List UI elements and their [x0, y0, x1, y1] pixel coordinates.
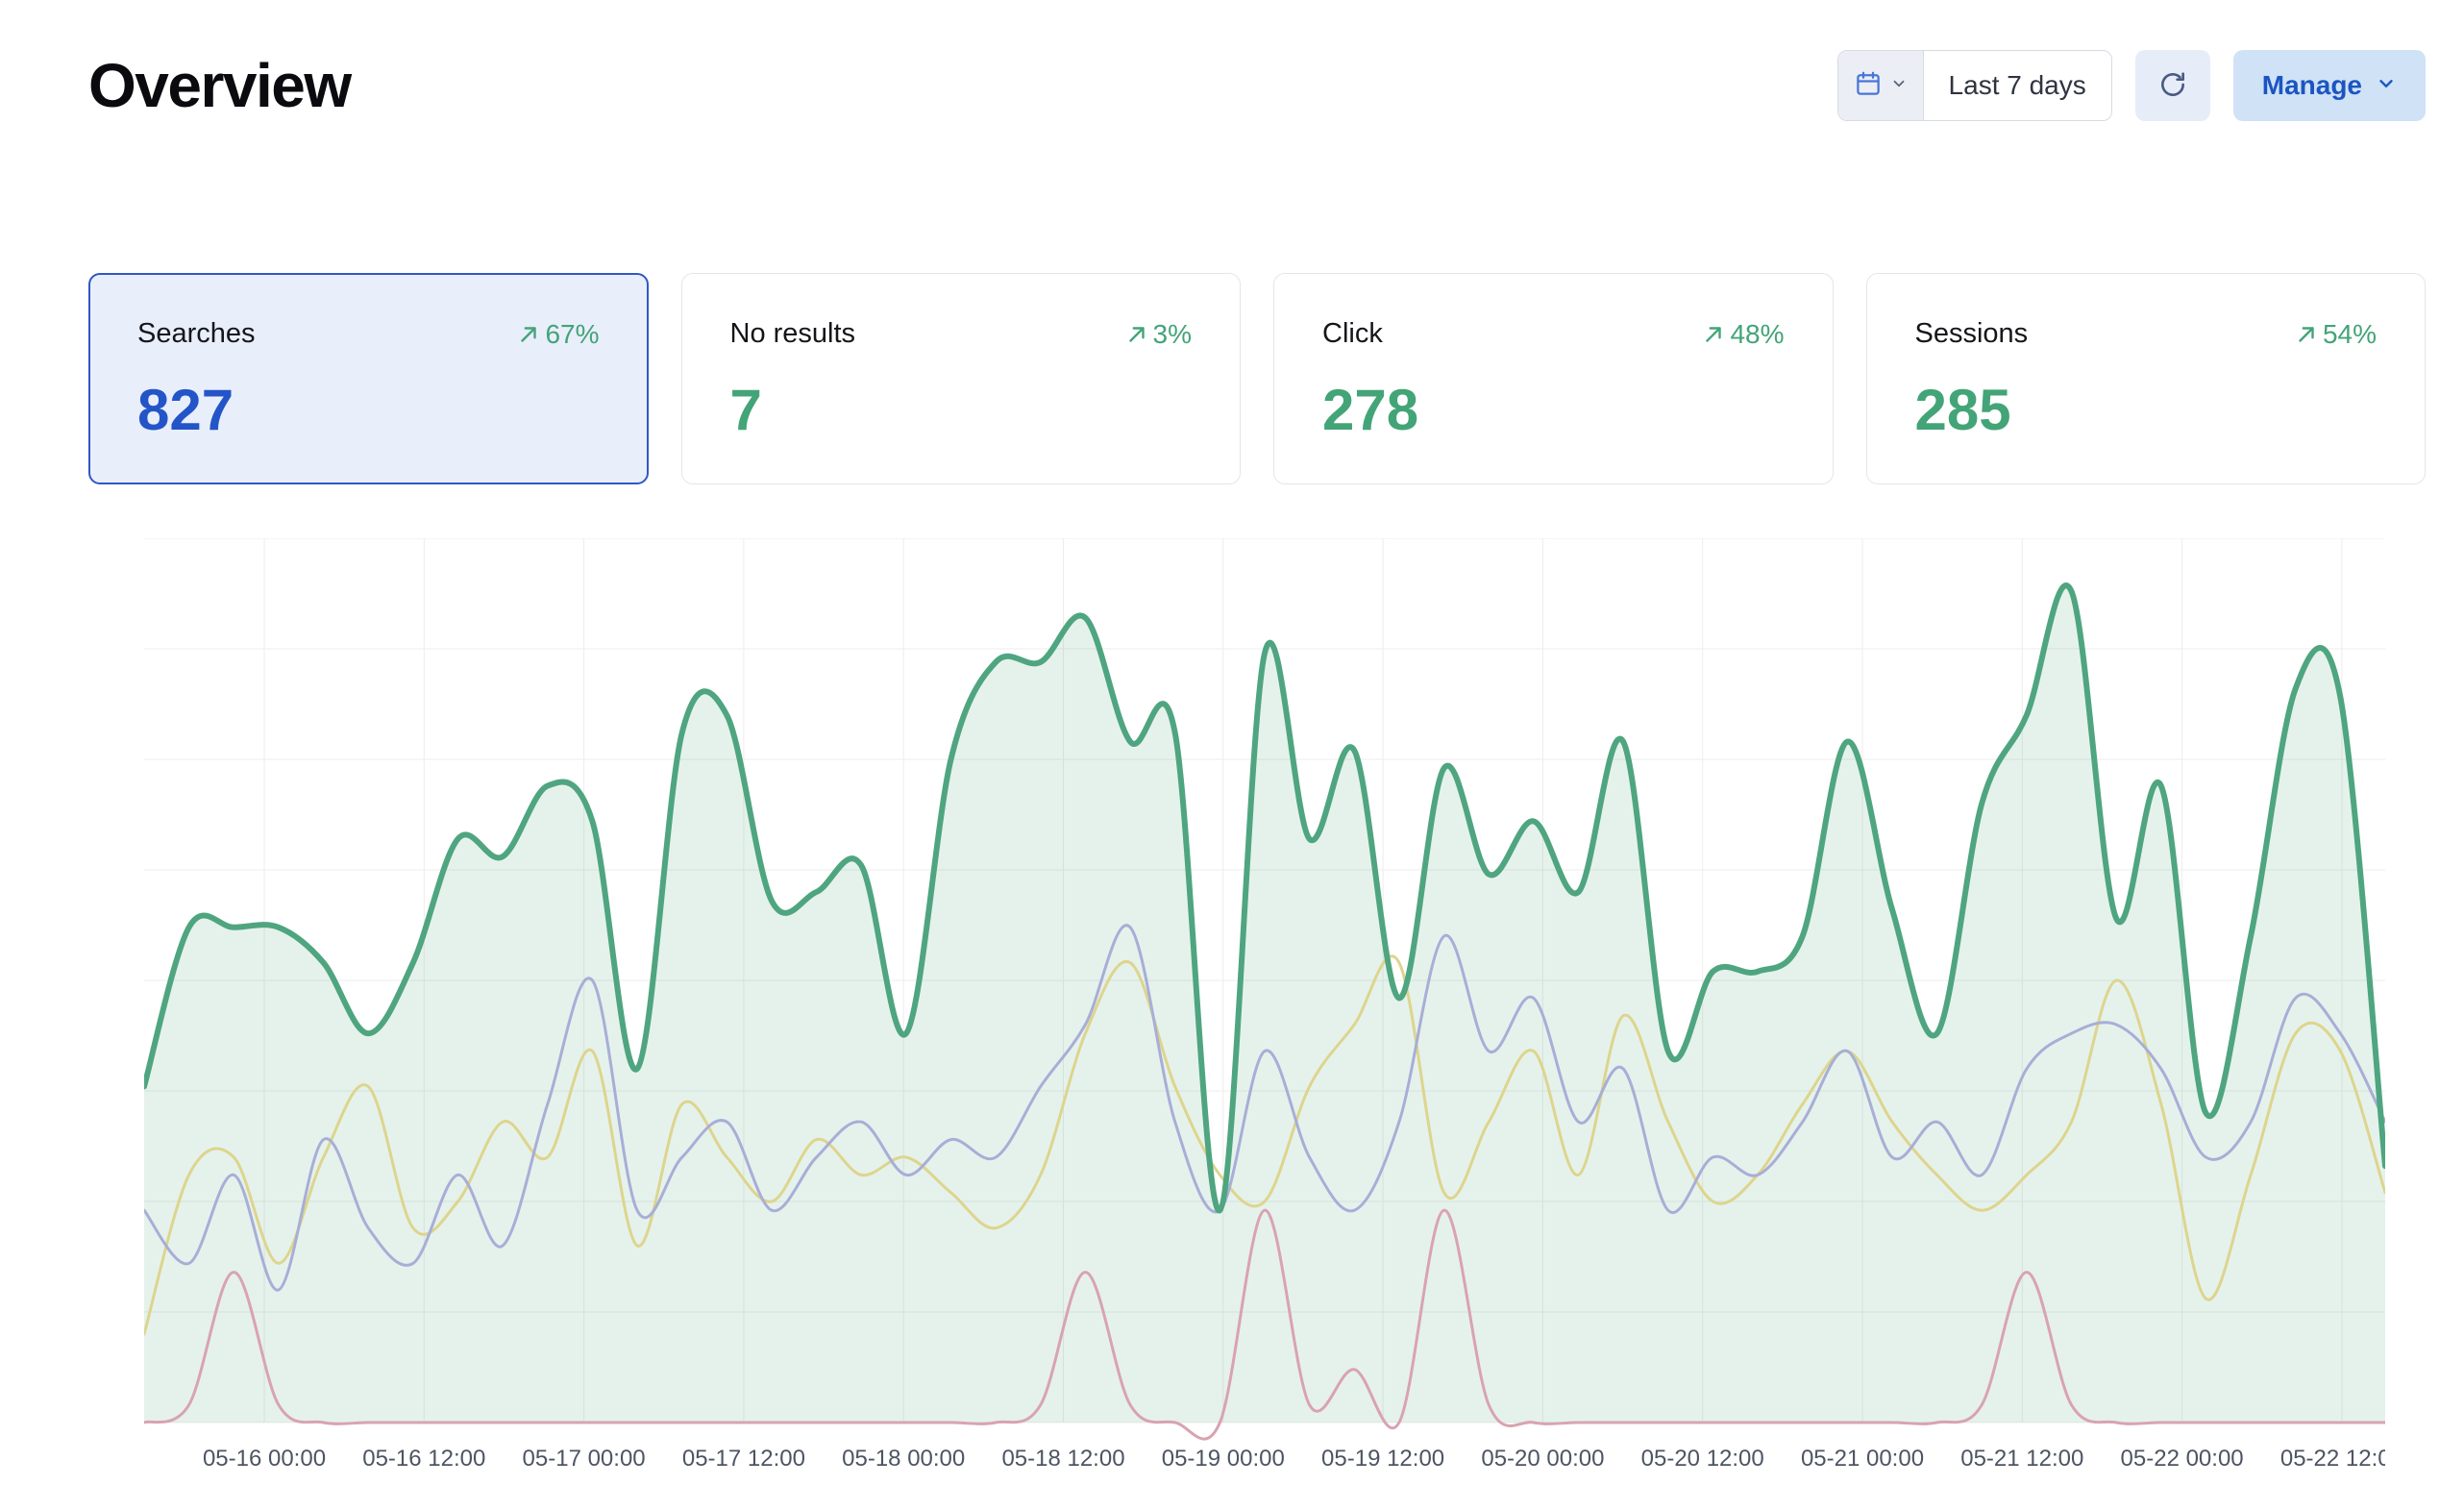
- stat-card-no-results[interactable]: No results 3% 7: [681, 273, 1242, 484]
- x-tick-label: 05-17 00:00: [523, 1446, 646, 1472]
- trend-up-icon: [1701, 322, 1726, 347]
- stat-card-searches[interactable]: Searches 67% 827: [88, 273, 649, 484]
- refresh-button[interactable]: [2135, 50, 2210, 121]
- stat-card-delta-value: 3%: [1153, 319, 1192, 350]
- stat-card-value: 827: [137, 377, 600, 443]
- green-main-line-area: [144, 585, 2385, 1423]
- stat-card-delta: 54%: [2294, 319, 2377, 350]
- stat-card-delta: 3%: [1124, 319, 1192, 350]
- analytics-chart: 05-16 00:00 05-16 12:00 05-17 00:00 05-17 1…: [144, 538, 2385, 1485]
- stat-card-sessions[interactable]: Sessions 54% 285: [1866, 273, 2427, 484]
- date-range-picker[interactable]: Last 7 days: [1837, 50, 2112, 121]
- stat-card-label: No results: [730, 318, 856, 350]
- stat-cards: Searches 67% 827 No results 3% 7 Click 48% 278 Se…: [88, 273, 2426, 484]
- manage-button[interactable]: Manage: [2233, 50, 2426, 121]
- manage-button-label: Manage: [2262, 70, 2362, 101]
- stat-card-click[interactable]: Click 48% 278: [1273, 273, 1834, 484]
- x-tick-label: 05-21 12:00: [1960, 1446, 2083, 1472]
- page-header: Overview Last 7 days: [0, 0, 2464, 121]
- stat-card-label: Sessions: [1915, 318, 2029, 350]
- chevron-down-icon: [1890, 75, 1908, 97]
- header-controls: Last 7 days Manage: [1837, 50, 2426, 121]
- x-tick-label: 05-20 12:00: [1641, 1446, 1764, 1472]
- stat-card-delta-value: 54%: [2323, 319, 2377, 350]
- x-tick-label: 05-18 12:00: [1001, 1446, 1124, 1472]
- x-tick-label: 05-20 00:00: [1481, 1446, 1604, 1472]
- x-tick-label: 05-19 12:00: [1321, 1446, 1444, 1472]
- page-title: Overview: [88, 50, 351, 121]
- stat-card-delta-value: 48%: [1730, 319, 1784, 350]
- x-tick-label: 05-22 00:00: [2121, 1446, 2244, 1472]
- x-tick-label: 05-18 00:00: [842, 1446, 965, 1472]
- stat-card-label: Searches: [137, 318, 256, 350]
- stat-card-value: 7: [730, 377, 1193, 443]
- trend-up-icon: [516, 322, 541, 347]
- stat-card-delta-value: 67%: [545, 319, 599, 350]
- stat-card-delta: 67%: [516, 319, 599, 350]
- x-tick-label: 05-21 00:00: [1801, 1446, 1924, 1472]
- x-tick-label: 05-22 12:00: [2280, 1446, 2385, 1472]
- x-tick-label: 05-16 00:00: [203, 1446, 326, 1472]
- chart-canvas: 05-16 00:00 05-16 12:00 05-17 00:00 05-17 1…: [144, 538, 2385, 1485]
- stat-card-delta: 48%: [1701, 319, 1784, 350]
- calendar-icon: [1854, 69, 1883, 103]
- trend-up-icon: [2294, 322, 2319, 347]
- date-range-label[interactable]: Last 7 days: [1924, 51, 2111, 120]
- x-tick-label: 05-19 00:00: [1162, 1446, 1285, 1472]
- trend-up-icon: [1124, 322, 1149, 347]
- stat-card-value: 278: [1322, 377, 1785, 443]
- x-tick-label: 05-16 12:00: [362, 1446, 485, 1472]
- x-tick-label: 05-17 12:00: [682, 1446, 805, 1472]
- stat-card-label: Click: [1322, 318, 1383, 350]
- refresh-icon: [2157, 69, 2188, 103]
- stat-card-value: 285: [1915, 377, 2378, 443]
- calendar-dropdown-button[interactable]: [1838, 51, 1924, 120]
- chevron-down-icon: [2376, 70, 2397, 101]
